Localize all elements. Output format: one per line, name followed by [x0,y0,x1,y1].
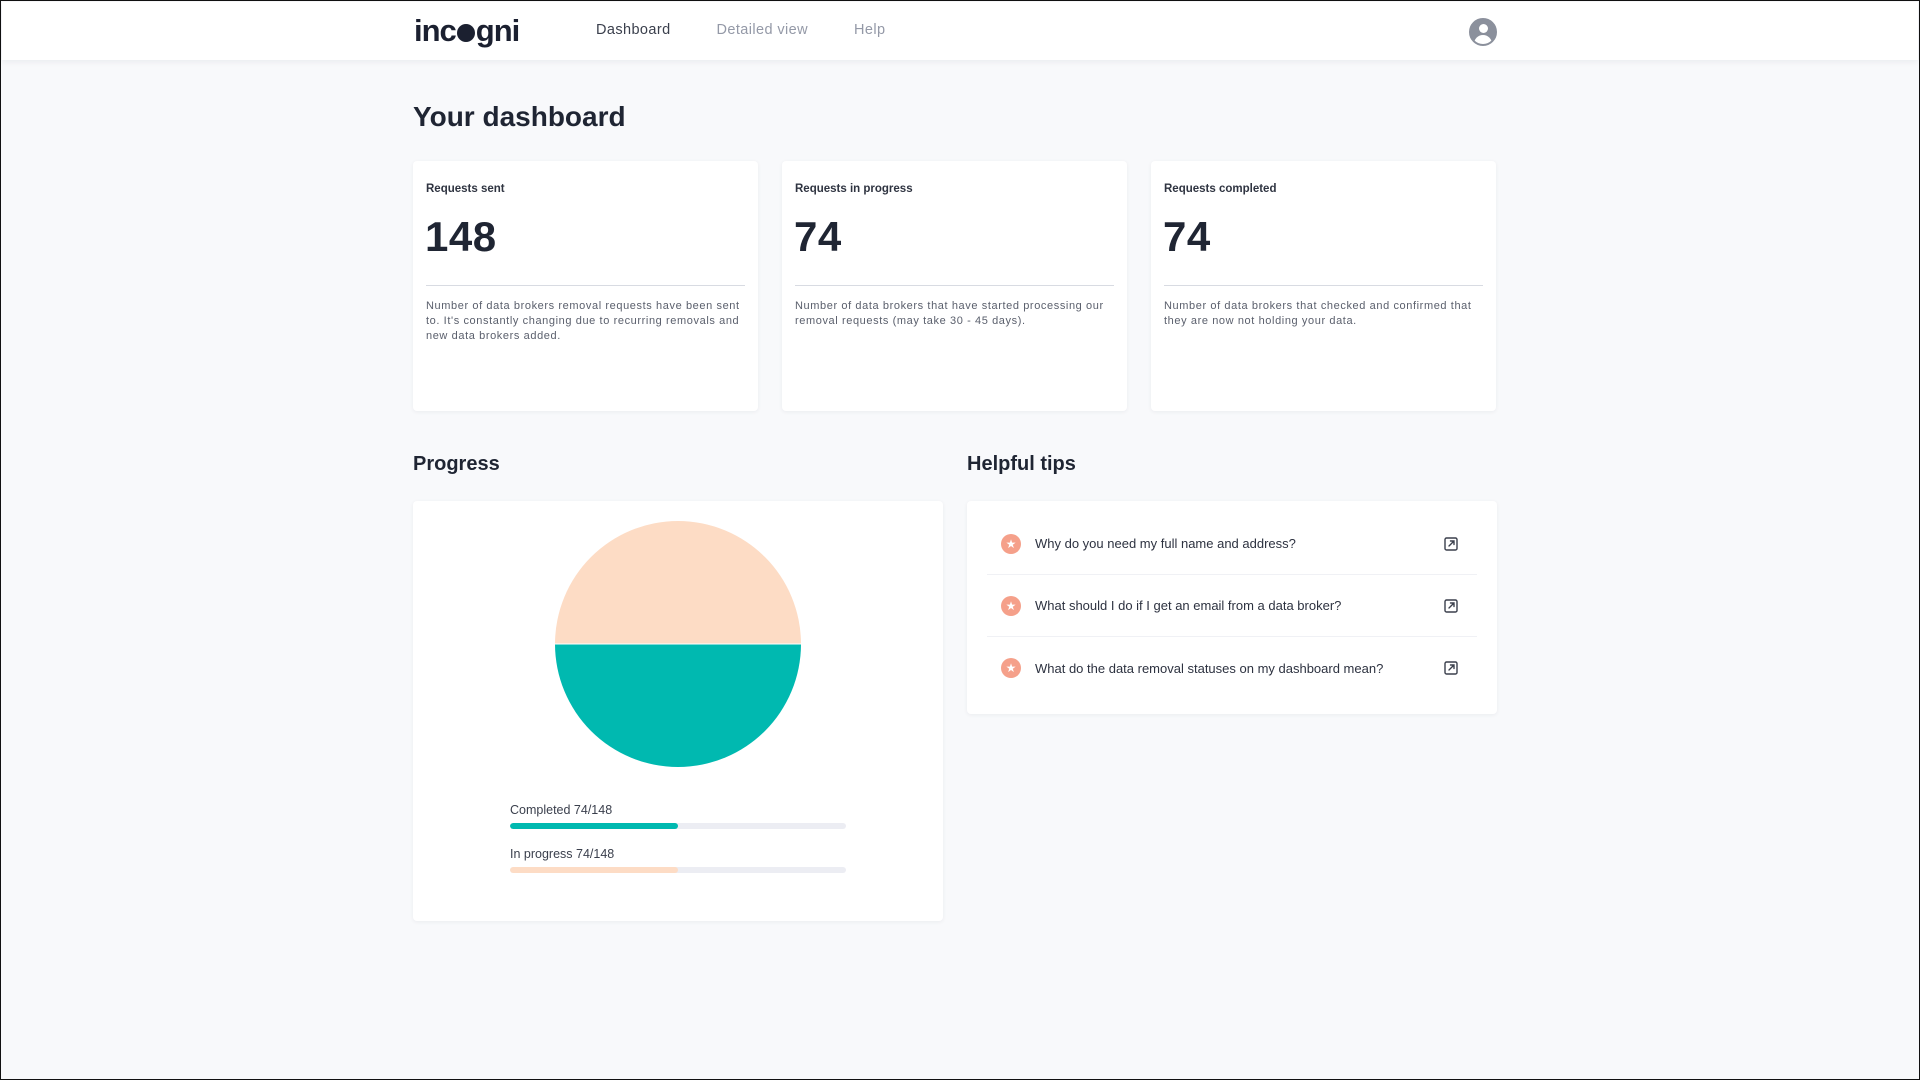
external-link-icon[interactable] [1443,598,1459,614]
tip-item[interactable]: ★ What do the data removal statuses on m… [987,637,1477,699]
stat-card-requests-completed: Requests completed 74 Number of data bro… [1151,161,1496,411]
star-icon: ★ [1001,595,1021,616]
star-icon: ★ [1001,658,1021,678]
top-navigation-bar: inc gni Dashboard Detailed view Help [2,2,1918,60]
nav-detailed-view[interactable]: Detailed view [717,22,808,38]
stat-label: Requests sent [426,183,505,195]
in-progress-progress-label: In progress 74/148 [510,847,615,861]
pie-slice-in-progress [555,521,801,644]
divider [1164,285,1483,286]
completed-progress-fill [510,823,678,829]
stat-card-requests-sent: Requests sent 148 Number of data brokers… [413,161,758,411]
completed-progress-label: Completed 74/148 [510,803,613,817]
stat-label: Requests in progress [795,183,913,195]
stat-description: Number of data brokers removal requests … [426,300,740,342]
tip-text: Why do you need my full name and address… [1035,536,1296,551]
stat-description: Number of data brokers that have started… [795,300,1104,327]
progress-card: Completed 74/148 In progress 74/148 [413,501,943,921]
stat-card-requests-in-progress: Requests in progress 74 Number of data b… [782,161,1127,411]
pie-slice-completed [555,644,801,767]
tip-item[interactable]: ★ Why do you need my full name and addre… [987,513,1477,575]
external-link-icon[interactable] [1443,660,1459,676]
stat-label: Requests completed [1164,183,1277,195]
completed-progress: Completed 74/148 [510,803,846,829]
in-progress-progress-track [510,867,846,873]
nav-dashboard[interactable]: Dashboard [596,22,671,38]
tip-item[interactable]: ★ What should I do if I get an email fro… [987,575,1477,637]
app-window: inc gni Dashboard Detailed view Help Your… [0,0,1920,1080]
in-progress-progress: In progress 74/148 [510,847,846,873]
helpful-tips-card: ★ Why do you need my full name and addre… [967,501,1497,714]
tip-text: What do the data removal statuses on my … [1035,660,1384,676]
completed-progress-track [510,823,846,829]
divider [426,285,745,286]
page-title: Your dashboard [413,101,626,132]
main-nav: Dashboard Detailed view Help [596,22,885,38]
star-icon: ★ [1001,533,1021,554]
progress-pie-chart [555,521,801,767]
external-link-icon[interactable] [1443,536,1459,552]
stat-value: 74 [794,213,842,260]
stat-value: 148 [425,213,497,260]
nav-help[interactable]: Help [854,22,885,38]
divider [795,285,1114,286]
progress-section-title: Progress [413,453,500,475]
incogni-logo[interactable]: inc gni [414,14,520,48]
tip-text: What should I do if I get an email from … [1035,598,1342,613]
stat-description: Number of data brokers that checked and … [1164,300,1472,327]
user-avatar-icon[interactable] [1469,18,1497,46]
tips-section-title: Helpful tips [967,453,1076,475]
stat-value: 74 [1163,213,1211,260]
in-progress-progress-fill [510,867,678,873]
